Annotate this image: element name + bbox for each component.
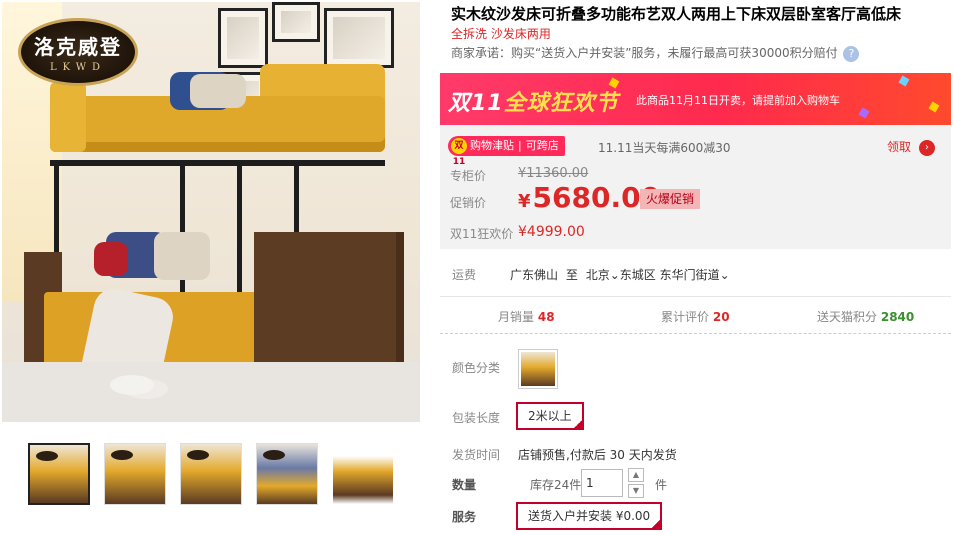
main-product-image[interactable]: 洛克威登 LKWD <box>2 2 420 422</box>
claim-coupon-button[interactable]: 领取 › <box>887 138 935 156</box>
monthly-sales: 月销量 48 <box>498 310 555 324</box>
double11-banner[interactable]: 双11全球狂欢节 此商品11月11日开卖，请提前加入购物车 <box>440 73 951 125</box>
street-select[interactable]: 东华门街道⌄ <box>660 268 730 282</box>
quantity-input[interactable] <box>581 469 623 497</box>
district-select[interactable]: 东城区 <box>620 268 656 282</box>
quantity-label: 数量 <box>452 478 477 492</box>
ship-time-label: 发货时间 <box>452 448 501 462</box>
wall-frame <box>218 8 268 68</box>
coupon-tag: 双11 购物津贴 | 可跨店 <box>448 136 565 167</box>
brand-logo: 洛克威登 LKWD <box>18 18 138 86</box>
quantity-unit: 件 <box>655 478 668 492</box>
check-icon <box>571 418 584 430</box>
chevron-down-icon: ⌄ <box>719 268 730 282</box>
shipping-destination: 广东佛山 至 北京⌄东城区 东华门街道⌄ <box>510 268 730 282</box>
double11-price: ¥4999.00 <box>518 224 585 240</box>
shipping-label: 运费 <box>452 268 477 282</box>
wall-frame <box>272 2 320 42</box>
product-title: 实木纹沙发床可折叠多功能布艺双人两用上下床双层卧室客厅高低床 <box>451 5 902 23</box>
slippers <box>110 375 154 395</box>
price-box: 双11全球狂欢节 此商品11月11日开卖，请提前加入购物车 双11 购物津贴 | 可… <box>440 73 951 249</box>
color-label: 颜色分类 <box>452 361 501 375</box>
thumbnail-5[interactable] <box>332 443 394 505</box>
color-swatch[interactable] <box>518 349 558 389</box>
service-option-selected[interactable]: 送货入户并安装 ¥0.00 <box>516 502 663 530</box>
thumbnail-2[interactable] <box>104 443 166 505</box>
chevron-right-icon: › <box>919 139 935 156</box>
thumbnail-3[interactable] <box>180 443 242 505</box>
divider <box>440 333 951 334</box>
length-label: 包装长度 <box>452 411 501 425</box>
quantity-down-button[interactable]: ▼ <box>628 484 644 498</box>
total-reviews[interactable]: 累计评价 20 <box>661 308 730 325</box>
hot-promo-badge: 火爆促销 <box>640 189 701 209</box>
quantity-up-button[interactable]: ▲ <box>628 468 644 482</box>
banner-title: 双11全球狂欢节 <box>448 91 619 116</box>
thumbnail-strip <box>28 443 418 507</box>
thumbnail-1[interactable] <box>28 443 90 505</box>
divider <box>440 296 951 297</box>
ship-time-value: 店铺预售,付款后 30 天内发货 <box>518 448 677 462</box>
check-icon <box>650 518 663 530</box>
length-option-selected[interactable]: 2米以上 <box>516 402 584 430</box>
coupon-text: 11.11当天每满600减30 <box>598 141 731 155</box>
product-subtitle: 全拆洗 沙发床两用 <box>451 27 551 41</box>
double11-badge-icon: 双11 <box>451 138 467 167</box>
promo-price-label: 促销价 <box>450 196 487 210</box>
wall-frame <box>324 8 394 68</box>
coupon-row: 双11 购物津贴 | 可跨店 11.11当天每满600减30 领取 › <box>448 136 943 167</box>
original-price-label: 专柜价 <box>450 169 487 183</box>
thumbnail-4[interactable] <box>256 443 318 505</box>
shipping-row: 运费 广东佛山 至 北京⌄东城区 东华门街道⌄ <box>440 265 951 285</box>
original-price: ¥11360.00 <box>518 166 589 181</box>
promo-price: ¥5680.00 <box>518 181 661 214</box>
banner-note: 此商品11月11日开卖，请提前加入购物车 <box>636 94 840 107</box>
tmall-points: 送天猫积分 2840 <box>817 310 915 324</box>
chevron-down-icon: ⌄ <box>609 268 620 282</box>
floor <box>2 362 420 422</box>
double11-price-label: 双11狂欢价 <box>450 227 514 241</box>
help-icon[interactable]: ? <box>843 45 860 62</box>
merchant-promise: 商家承诺：购买“送货入户并安装”服务，未履行最高可获30000积分赔付 ? <box>451 44 860 62</box>
stock-count: 库存24件 <box>530 478 582 492</box>
service-label: 服务 <box>452 510 477 524</box>
city-select[interactable]: 北京⌄ <box>586 268 620 282</box>
